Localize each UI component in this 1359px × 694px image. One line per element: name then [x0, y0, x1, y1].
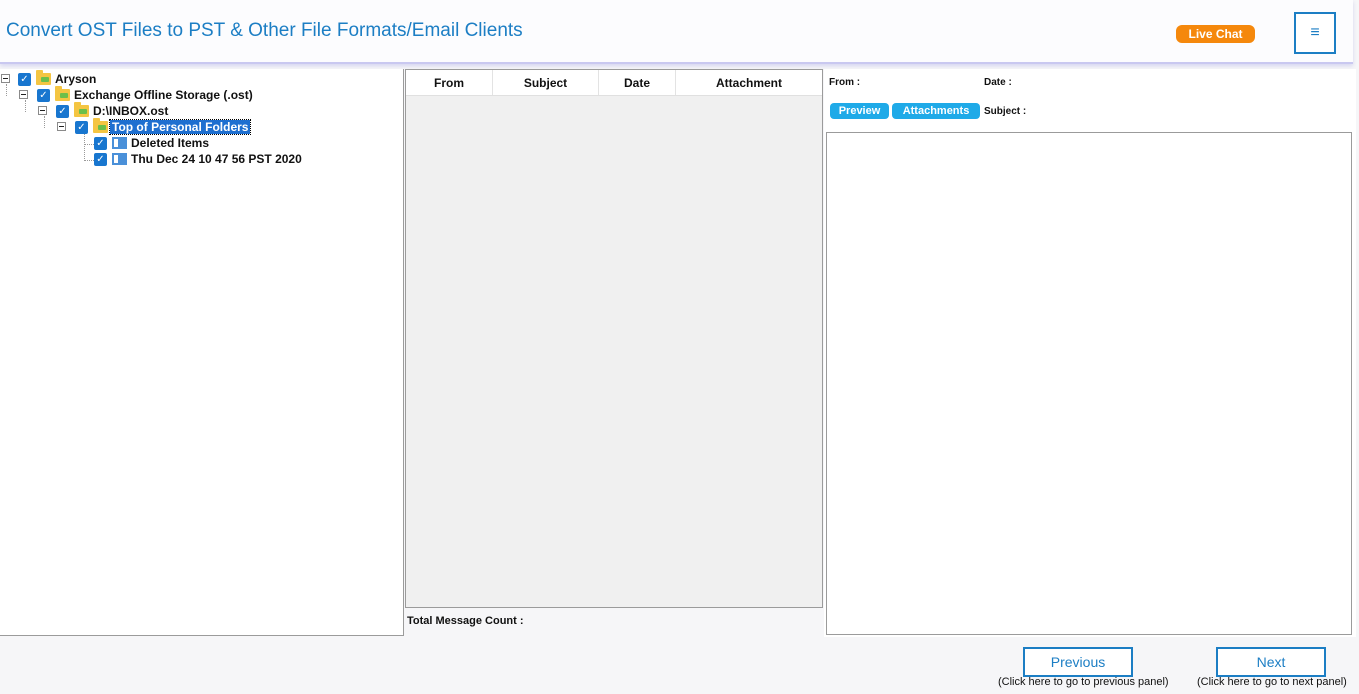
mail-folder-icon	[112, 153, 127, 165]
checkbox-icon[interactable]: ✓	[75, 121, 88, 134]
collapse-icon[interactable]	[57, 122, 66, 131]
tree-node-label: Top of Personal Folders	[108, 119, 252, 135]
app-header: Convert OST Files to PST & Other File Fo…	[0, 0, 1353, 64]
tree-node-label: Thu Dec 24 10 47 56 PST 2020	[131, 152, 302, 166]
tree-node-label: D:\INBOX.ost	[93, 104, 169, 118]
checkbox-icon[interactable]: ✓	[37, 89, 50, 102]
tree-connector	[6, 84, 7, 96]
checkbox-icon[interactable]: ✓	[56, 105, 69, 118]
previous-hint: (Click here to go to previous panel)	[998, 676, 1169, 688]
message-list-header: From Subject Date Attachment	[406, 70, 822, 96]
column-header-from[interactable]: From	[406, 70, 493, 95]
folder-icon	[74, 102, 89, 117]
hamburger-menu-icon: ≡	[1310, 24, 1320, 41]
tree-connector	[84, 160, 94, 161]
collapse-icon[interactable]	[38, 106, 47, 115]
column-header-subject[interactable]: Subject	[493, 70, 599, 95]
tab-attachments[interactable]: Attachments	[892, 103, 980, 119]
tree-node-label: Deleted Items	[131, 136, 210, 150]
tab-preview[interactable]: Preview	[830, 103, 889, 119]
tree-connector	[44, 116, 45, 128]
folder-icon	[93, 118, 108, 133]
total-message-count-label: Total Message Count :	[407, 615, 524, 627]
folder-tree-panel: ✓ Aryson ✓ Exchange Offline Storage (.os…	[0, 69, 404, 636]
folder-icon	[36, 70, 51, 85]
preview-subject-label: Subject :	[984, 106, 1027, 117]
message-list-panel[interactable]: From Subject Date Attachment	[405, 69, 823, 608]
previous-button[interactable]: Previous	[1023, 647, 1133, 677]
next-button[interactable]: Next	[1216, 647, 1326, 677]
checkbox-icon[interactable]: ✓	[94, 137, 107, 150]
tree-connector	[84, 144, 94, 145]
app-title: Convert OST Files to PST & Other File Fo…	[6, 20, 523, 41]
checkbox-icon[interactable]: ✓	[18, 73, 31, 86]
tree-node-label: Aryson	[55, 72, 97, 86]
preview-from-label: From :	[829, 77, 861, 88]
checkbox-icon[interactable]: ✓	[94, 153, 107, 166]
folder-icon	[55, 86, 70, 101]
collapse-icon[interactable]	[19, 90, 28, 99]
column-header-attachment[interactable]: Attachment	[676, 70, 822, 95]
mail-folder-icon	[112, 137, 127, 149]
tree-connector	[84, 132, 85, 161]
live-chat-button[interactable]: Live Chat	[1176, 25, 1255, 43]
tree-connector	[25, 100, 26, 112]
collapse-icon[interactable]	[1, 74, 10, 83]
column-header-date[interactable]: Date	[599, 70, 676, 95]
preview-content-area[interactable]	[826, 132, 1352, 635]
tree-node-label: Exchange Offline Storage (.ost)	[74, 88, 253, 102]
preview-date-label: Date :	[984, 77, 1012, 88]
menu-button[interactable]: ≡	[1294, 12, 1336, 54]
next-hint: (Click here to go to next panel)	[1197, 676, 1347, 688]
